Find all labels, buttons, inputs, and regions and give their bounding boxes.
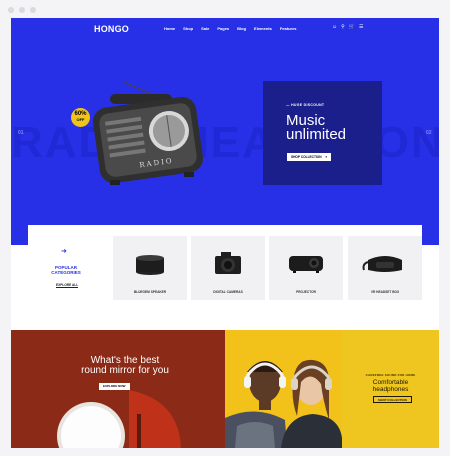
window-controls bbox=[8, 7, 36, 13]
top-navigation: HONGO Home Shop Sale Pages Blog Elements… bbox=[11, 18, 439, 40]
main-menu: Home Shop Sale Pages Blog Elements Featu… bbox=[164, 26, 297, 31]
headphones-promo-banner: CAREFREE SOUND FOR HOME Comfortable head… bbox=[342, 330, 439, 448]
nav-item-pages[interactable]: Pages bbox=[217, 26, 229, 31]
search-icon[interactable]: ⚲ bbox=[341, 24, 345, 30]
discount-badge: 60% OFF bbox=[71, 108, 90, 127]
window-dot[interactable] bbox=[8, 7, 14, 13]
explore-all-link[interactable]: EXPLORE ALL bbox=[56, 283, 79, 288]
radio-illustration: RADIO bbox=[93, 81, 203, 185]
shop-collection-outline-button[interactable]: SHOP COLLECTION bbox=[373, 396, 412, 403]
radio-product-image: RADIO bbox=[66, 76, 216, 206]
projector-icon bbox=[289, 256, 323, 273]
nav-item-shop[interactable]: Shop bbox=[183, 26, 193, 31]
slide-next-number[interactable]: 02 bbox=[426, 130, 432, 136]
category-label: BLUEGEM SPEAKER bbox=[133, 290, 167, 294]
promo-eyebrow: — HUGE DISCOUNT bbox=[286, 103, 325, 107]
nav-item-elements[interactable]: Elements bbox=[254, 26, 272, 31]
category-label: PROJECTOR bbox=[296, 290, 316, 294]
page-frame: RADIO HEADPHONE SPEAKER SCAN HONGO Home … bbox=[11, 18, 439, 448]
heading-line: CATEGORIES bbox=[51, 270, 81, 275]
category-card-vr-headset[interactable]: VR HEADSET BOX bbox=[348, 236, 422, 300]
categories-intro: ➜ POPULAR CATEGORIES EXPLORE ALL bbox=[28, 225, 101, 311]
arrow-right-icon: ➜ bbox=[61, 248, 67, 255]
popular-categories: ➜ POPULAR CATEGORIES EXPLORE ALL BLUEGEM… bbox=[28, 225, 422, 311]
badge-label: OFF bbox=[76, 117, 85, 122]
title-line: Comfortable bbox=[372, 379, 409, 386]
people-with-headphones-image bbox=[225, 330, 342, 448]
title-line: headphones bbox=[372, 386, 409, 393]
window-dot[interactable] bbox=[30, 7, 36, 13]
nav-item-blog[interactable]: Blog bbox=[237, 26, 246, 31]
window-dot[interactable] bbox=[19, 7, 25, 13]
shop-collection-button[interactable]: SHOP COLLECTION ➜ bbox=[287, 153, 332, 161]
categories-heading: POPULAR CATEGORIES bbox=[46, 265, 86, 275]
mirror-banner-title: What's the best round mirror for you bbox=[65, 356, 185, 376]
arrow-right-icon: ➜ bbox=[324, 155, 328, 159]
headphones-title: Comfortable headphones bbox=[342, 379, 439, 393]
speaker-icon bbox=[136, 255, 164, 275]
brand-logo[interactable]: HONGO bbox=[94, 24, 129, 34]
camera-icon bbox=[215, 252, 241, 274]
menu-icon[interactable]: ☰ bbox=[359, 24, 363, 30]
category-card-speaker[interactable]: BLUEGEM SPEAKER bbox=[113, 236, 187, 300]
title-line: round mirror for you bbox=[81, 365, 169, 376]
nav-item-sale[interactable]: Sale bbox=[201, 26, 209, 31]
promo-title: Music unlimited bbox=[286, 113, 347, 143]
category-card-projector[interactable]: PROJECTOR bbox=[269, 236, 343, 300]
category-card-camera[interactable]: DIGITAL CAMERAS bbox=[191, 236, 265, 300]
nav-item-home[interactable]: Home bbox=[164, 26, 175, 31]
explore-now-button[interactable]: EXPLORE NOW bbox=[99, 383, 130, 390]
promo-title-line: unlimited bbox=[286, 126, 347, 143]
mirror-promo-banner: What's the best round mirror for you EXP… bbox=[11, 330, 225, 448]
category-label: VR HEADSET BOX bbox=[370, 290, 400, 294]
hero-section: RADIO HEADPHONE SPEAKER SCAN HONGO Home … bbox=[11, 18, 439, 245]
nav-item-features[interactable]: Features bbox=[280, 26, 297, 31]
headphones-eyebrow: CAREFREE SOUND FOR HOME bbox=[365, 373, 416, 377]
hero-promo-box: — HUGE DISCOUNT Music unlimited SHOP COL… bbox=[263, 81, 382, 185]
category-label: DIGITAL CAMERAS bbox=[213, 290, 243, 294]
header-icons: ☺ ⚲ 🛒 ☰ bbox=[332, 24, 364, 30]
slide-prev-number[interactable]: 01 bbox=[18, 130, 24, 136]
user-icon[interactable]: ☺ bbox=[332, 24, 337, 30]
vr-headset-icon bbox=[362, 256, 402, 272]
headphones-photo-banner bbox=[225, 330, 342, 448]
button-label: SHOP COLLECTION bbox=[291, 155, 322, 159]
cart-icon[interactable]: 🛒 bbox=[349, 24, 355, 30]
